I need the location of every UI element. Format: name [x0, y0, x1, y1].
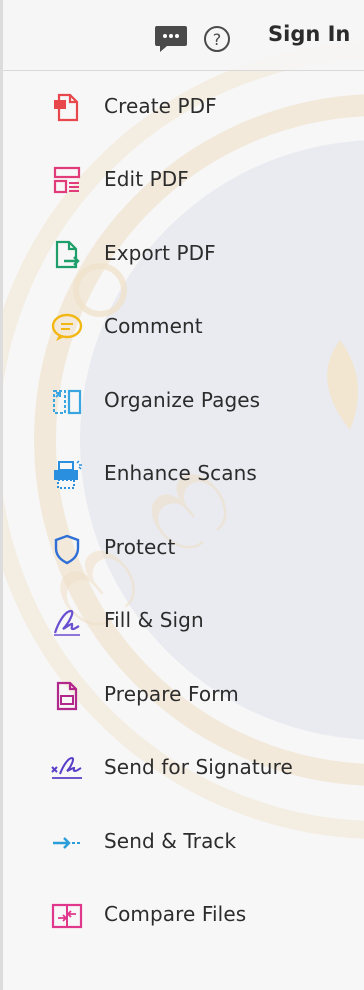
compare-files-icon: [50, 899, 84, 933]
top-header: ? Sign In: [0, 0, 364, 71]
export-pdf-icon: [50, 238, 84, 272]
tool-label: Prepare Form: [104, 682, 239, 706]
tool-label: Protect: [104, 535, 176, 559]
tool-label: Enhance Scans: [104, 461, 257, 485]
tool-prepare-form[interactable]: Prepare Form: [0, 659, 364, 733]
comment-icon: [50, 311, 84, 345]
edit-pdf-icon: [50, 164, 84, 198]
tool-label: Send & Track: [104, 829, 237, 853]
fill-sign-icon: [50, 605, 84, 639]
panel-left-edge: [0, 0, 3, 990]
tool-fill-sign[interactable]: Fill & Sign: [0, 585, 364, 659]
tool-send-track[interactable]: Send & Track: [0, 806, 364, 880]
tool-label: Compare Files: [104, 902, 247, 926]
help-icon[interactable]: ?: [203, 25, 231, 53]
protect-icon: [50, 532, 84, 566]
tool-label: Comment: [104, 314, 203, 338]
tool-create-pdf[interactable]: Create PDF: [0, 71, 364, 145]
organize-pages-icon: [50, 385, 84, 419]
tool-export-pdf[interactable]: Export PDF: [0, 218, 364, 292]
tool-comment[interactable]: Comment: [0, 291, 364, 365]
tool-label: Edit PDF: [104, 167, 189, 191]
tool-label: Create PDF: [104, 94, 217, 118]
sign-in-link[interactable]: Sign In: [268, 22, 350, 46]
tool-enhance-scans[interactable]: Enhance Scans: [0, 438, 364, 512]
tool-edit-pdf[interactable]: Edit PDF: [0, 144, 364, 218]
tool-label: Fill & Sign: [104, 608, 204, 632]
tools-panel: ෆ ෆ ? Sign In Create PDF Edit PDF Export…: [0, 0, 364, 990]
prepare-form-icon: [50, 679, 84, 713]
tool-compare-files[interactable]: Compare Files: [0, 879, 364, 953]
create-pdf-icon: [50, 91, 84, 125]
send-track-icon: [50, 826, 84, 860]
send-for-signature-icon: [50, 752, 84, 786]
tool-label: Organize Pages: [104, 388, 261, 412]
tool-label: Export PDF: [104, 241, 216, 265]
svg-text:?: ?: [213, 30, 222, 49]
tool-protect[interactable]: Protect: [0, 512, 364, 586]
chat-icon[interactable]: [154, 24, 188, 52]
tool-label: Send for Signature: [104, 755, 293, 779]
enhance-scans-icon: [50, 458, 84, 492]
tool-send-for-signature[interactable]: Send for Signature: [0, 732, 364, 806]
tool-organize-pages[interactable]: Organize Pages: [0, 365, 364, 439]
